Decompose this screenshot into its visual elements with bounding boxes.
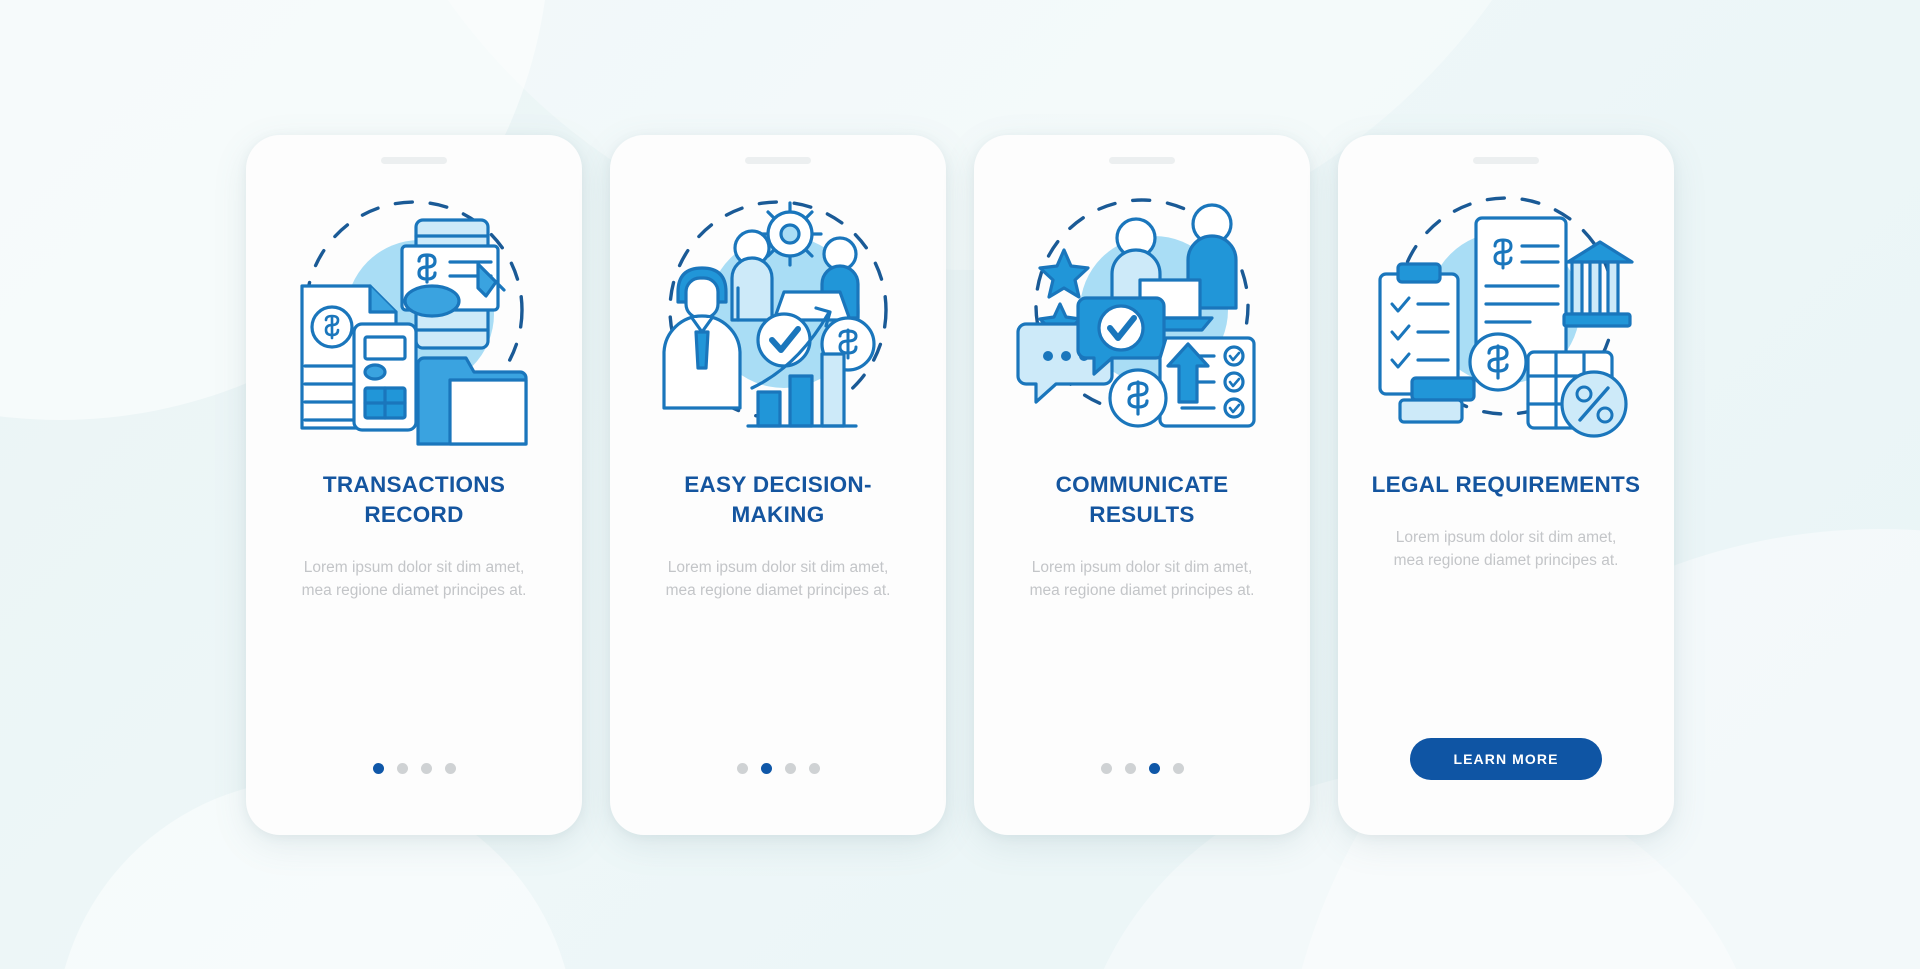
legal-requirements-illustration [1372,192,1640,450]
pagination-dots[interactable] [1100,762,1184,774]
page-description: Lorem ipsum dolor sit dim amet, mea regi… [1029,558,1255,599]
pagination-dot[interactable] [760,762,772,774]
page-description: Lorem ipsum dolor sit dim amet, mea regi… [301,558,527,599]
page-title: LEGAL REQUIREMENTS [1371,471,1641,497]
onboarding-screen-transactions-record: TRANSACTIONS RECORD Lorem ipsum dolor si… [246,134,582,835]
pagination-dots[interactable] [372,762,456,774]
easy-decision-making-illustration [644,192,912,450]
onboarding-screens-row: TRANSACTIONS RECORD Lorem ipsum dolor si… [0,0,1920,969]
page-title: TRANSACTIONS RECORD [322,471,506,527]
pagination-dot[interactable] [396,762,408,774]
pagination-dot[interactable] [736,762,748,774]
pagination-dot[interactable] [444,762,456,774]
onboarding-screen-legal-requirements: LEGAL REQUIREMENTS Lorem ipsum dolor sit… [1338,134,1674,835]
phone-speaker [1473,156,1539,164]
page-description: Lorem ipsum dolor sit dim amet, mea regi… [665,558,891,599]
pagination-dot[interactable] [1172,762,1184,774]
pagination-dot[interactable] [1124,762,1136,774]
phone-speaker [745,156,811,164]
pagination-dot[interactable] [1148,762,1160,774]
pagination-dots[interactable] [736,762,820,774]
pagination-dot[interactable] [784,762,796,774]
phone-speaker [1109,156,1175,164]
page-description: Lorem ipsum dolor sit dim amet, mea regi… [1393,528,1619,569]
transactions-record-illustration [280,192,548,450]
pagination-dot[interactable] [1100,762,1112,774]
page-title: COMMUNICATE RESULTS [1055,471,1229,527]
onboarding-screen-communicate-results: COMMUNICATE RESULTS Lorem ipsum dolor si… [974,134,1310,835]
page-title: EASY DECISION-MAKING [684,471,872,527]
pagination-dot[interactable] [420,762,432,774]
learn-more-button[interactable]: LEARN MORE [1410,737,1602,780]
pagination-dot[interactable] [808,762,820,774]
phone-speaker [381,156,447,164]
pagination-dot[interactable] [372,762,384,774]
onboarding-screen-easy-decision-making: EASY DECISION-MAKING Lorem ipsum dolor s… [610,134,946,835]
communicate-results-illustration [1008,192,1276,450]
